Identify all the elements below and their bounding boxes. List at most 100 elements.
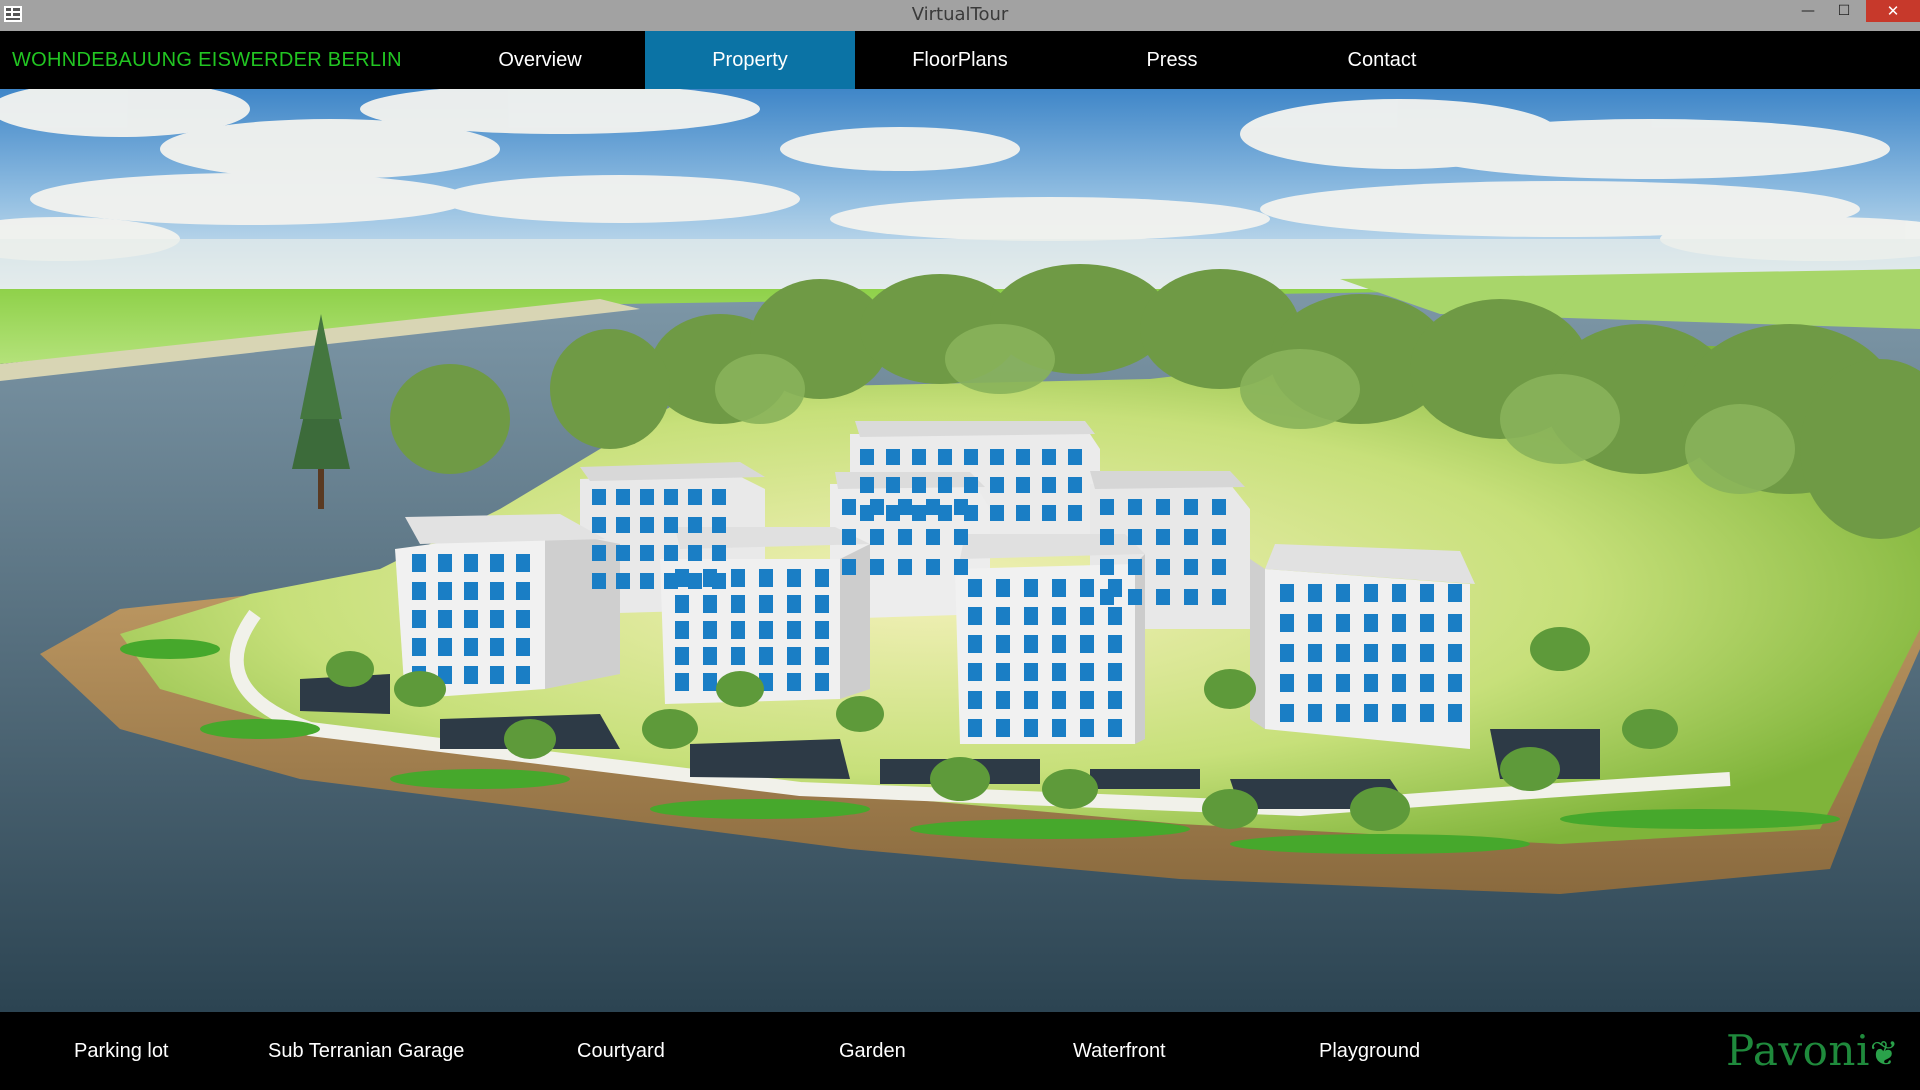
- window-pane: [1108, 579, 1122, 597]
- window-pane: [886, 505, 900, 521]
- minimize-icon: —: [1801, 3, 1815, 19]
- window-pane: [731, 647, 745, 665]
- window-pane: [996, 635, 1010, 653]
- window-pane: [1336, 614, 1350, 632]
- window-pane: [1364, 614, 1378, 632]
- window-pane: [1392, 674, 1406, 692]
- window-pane: [412, 638, 426, 656]
- window-pane: [675, 621, 689, 639]
- window-pane: [1128, 559, 1142, 575]
- window-pane: [1420, 614, 1434, 632]
- tab-press[interactable]: Press: [1067, 31, 1277, 89]
- window-pane: [1212, 529, 1226, 545]
- window-pane: [1016, 505, 1030, 521]
- tab-property[interactable]: Property: [645, 31, 855, 89]
- window-pane: [1024, 719, 1038, 737]
- nav-courtyard[interactable]: Courtyard: [577, 1012, 665, 1080]
- aerial-render: [0, 89, 1920, 1012]
- window-pane: [1448, 704, 1462, 722]
- window-pane: [1184, 589, 1198, 605]
- window-pane: [1052, 719, 1066, 737]
- window-pane: [703, 595, 717, 613]
- leaf-icon: ❦: [1869, 1034, 1899, 1074]
- window-pane: [996, 607, 1010, 625]
- window-pane: [1100, 499, 1114, 515]
- window-pane: [815, 621, 829, 639]
- window-pane: [870, 529, 884, 545]
- window-pane: [898, 499, 912, 515]
- window-pane: [968, 719, 982, 737]
- nav-playground[interactable]: Playground: [1319, 1012, 1420, 1080]
- window-pane: [886, 477, 900, 493]
- window-pane: [1364, 704, 1378, 722]
- window-pane: [898, 529, 912, 545]
- tab-overview[interactable]: Overview: [435, 31, 645, 89]
- window-pane: [996, 691, 1010, 709]
- window-pane: [1212, 559, 1226, 575]
- window-pane: [592, 517, 606, 533]
- window-pane: [1016, 477, 1030, 493]
- window-pane: [954, 529, 968, 545]
- window-pane: [1080, 607, 1094, 625]
- window-pane: [490, 610, 504, 628]
- window-pane: [1364, 674, 1378, 692]
- window-pane: [860, 477, 874, 493]
- window-pane: [964, 477, 978, 493]
- nav-garden[interactable]: Garden: [839, 1012, 906, 1080]
- window-pane: [1052, 663, 1066, 681]
- tab-contact[interactable]: Contact: [1277, 31, 1487, 89]
- window-pane: [616, 545, 630, 561]
- window-pane: [703, 647, 717, 665]
- window-pane: [1280, 644, 1294, 662]
- nav-sub-terranian-garage[interactable]: Sub Terranian Garage: [268, 1012, 464, 1080]
- window-pane: [1156, 559, 1170, 575]
- window-title: VirtualTour: [911, 4, 1009, 25]
- window-pane: [616, 573, 630, 589]
- window-pane: [516, 638, 530, 656]
- top-navigation: WOHNDEBAUUNG EISWERDER BERLIN Overview P…: [0, 31, 1920, 89]
- window-pane: [1024, 663, 1038, 681]
- window-pane: [787, 621, 801, 639]
- window-pane: [1448, 644, 1462, 662]
- window-pane: [1108, 607, 1122, 625]
- window-pane: [815, 647, 829, 665]
- window-pane: [1392, 584, 1406, 602]
- property-3d-view[interactable]: [0, 89, 1920, 1012]
- window-pane: [640, 573, 654, 589]
- nav-parking-lot[interactable]: Parking lot: [74, 1012, 169, 1080]
- window-pane: [968, 635, 982, 653]
- window-pane: [412, 610, 426, 628]
- window-pane: [968, 691, 982, 709]
- window-pane: [759, 595, 773, 613]
- window-pane: [787, 673, 801, 691]
- window-pane: [1420, 584, 1434, 602]
- nav-waterfront[interactable]: Waterfront: [1073, 1012, 1166, 1080]
- window-pane: [990, 505, 1004, 521]
- window-pane: [968, 579, 982, 597]
- window-pane: [964, 449, 978, 465]
- window-pane: [703, 673, 717, 691]
- window-pane: [675, 569, 689, 587]
- window-pane: [1052, 579, 1066, 597]
- tab-floorplans[interactable]: FloorPlans: [855, 31, 1065, 89]
- window-pane: [703, 621, 717, 639]
- window-pane: [842, 559, 856, 575]
- window-pane: [990, 449, 1004, 465]
- maximize-button[interactable]: ☐: [1822, 0, 1866, 22]
- window-pane: [1364, 584, 1378, 602]
- window-pane: [1308, 644, 1322, 662]
- window-pane: [1156, 529, 1170, 545]
- window-pane: [464, 638, 478, 656]
- window-pane: [1128, 529, 1142, 545]
- window-pane: [1448, 584, 1462, 602]
- window-pane: [712, 517, 726, 533]
- window-title-bar: VirtualTour — ☐ ✕: [0, 0, 1920, 31]
- window-pane: [1024, 691, 1038, 709]
- window-pane: [1080, 719, 1094, 737]
- close-button[interactable]: ✕: [1866, 0, 1920, 22]
- window-pane: [1052, 635, 1066, 653]
- window-pane: [1024, 579, 1038, 597]
- window-pane: [1308, 614, 1322, 632]
- window-pane: [1080, 691, 1094, 709]
- window-pane: [1042, 505, 1056, 521]
